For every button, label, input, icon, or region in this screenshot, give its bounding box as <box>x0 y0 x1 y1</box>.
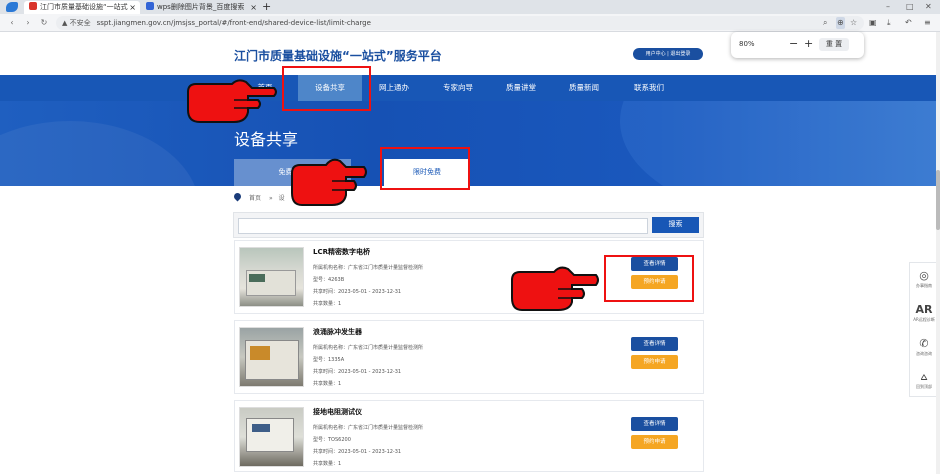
tab-close-icon[interactable]: × <box>250 1 257 14</box>
device-name[interactable]: 接地电阻测试仪 <box>313 407 362 417</box>
site-favicon-icon <box>29 2 37 10</box>
location-icon <box>232 191 243 202</box>
device-count: 共享数量：1 <box>313 301 342 307</box>
browser-logo-icon <box>6 2 18 12</box>
tab-active[interactable]: 江门市质量基础设施“一站式”服 × <box>24 1 140 14</box>
side-label: AR远程诊断 <box>913 317 935 322</box>
side-label: 咨询咨询 <box>916 351 932 356</box>
breadcrumb-home[interactable]: 首页 <box>249 195 261 202</box>
url-field[interactable]: ▲ 不安全 sspt.jiangmen.gov.cn/jmsjss_portal/… <box>56 16 864 30</box>
url-text: sspt.jiangmen.gov.cn/jmsjss_portal/#/fro… <box>96 19 371 27</box>
security-warning[interactable]: ▲ 不安全 <box>62 19 91 27</box>
zoom-in-button[interactable]: + <box>804 37 813 50</box>
banner-decoration <box>0 121 200 186</box>
nav-expert-guide[interactable]: 专家向导 <box>430 75 486 101</box>
device-share-time: 共享时间：2023-05-01 - 2023-12-31 <box>313 289 402 295</box>
scrollbar-thumb[interactable] <box>936 170 940 230</box>
close-window-icon[interactable]: ✕ <box>925 0 932 14</box>
device-org: 所属机构名称：广东省江门市质量计量监督检测所 <box>313 425 424 431</box>
view-details-button[interactable]: 查看详情 <box>631 417 678 431</box>
search-button[interactable]: 搜索 <box>652 217 699 233</box>
view-details-button[interactable]: 查看详情 <box>631 337 678 351</box>
minimize-icon[interactable]: – <box>886 0 890 14</box>
back-to-top-button[interactable]: ⩟ 回到顶部 <box>910 366 938 398</box>
nav-contact[interactable]: 联系我们 <box>621 75 677 101</box>
reserve-button[interactable]: 预约申请 <box>631 355 678 369</box>
zoom-popup: 80% − + 重 置 <box>731 32 864 58</box>
compass-icon: ◎ <box>919 269 929 282</box>
device-name[interactable]: 浪涌脉冲发生器 <box>313 327 362 337</box>
floating-side-panel: ◎ 办事指南 AR AR远程诊断 ✆ 咨询咨询 ⩟ 回到顶部 <box>909 262 937 397</box>
device-name[interactable]: LCR精密数字电桥 <box>313 247 370 257</box>
forward-icon[interactable]: › <box>22 17 34 29</box>
new-tab-button[interactable]: + <box>262 0 271 13</box>
breadcrumb-separator: » <box>268 195 273 202</box>
user-buttons[interactable]: 用户中心 | 退出登录 <box>633 48 703 60</box>
device-count: 共享数量：1 <box>313 461 342 467</box>
pointing-hand-icon <box>511 266 599 311</box>
search-area: 搜索 <box>233 212 704 238</box>
top-icon: ⩟ <box>920 370 928 383</box>
nav-online-service[interactable]: 网上通办 <box>366 75 422 101</box>
device-model: 型号：1335A <box>313 357 345 363</box>
consult-button[interactable]: ✆ 咨询咨询 <box>910 333 938 365</box>
menu-icon[interactable]: ≡ <box>924 17 931 29</box>
search-input[interactable] <box>238 218 648 234</box>
guide-button[interactable]: ◎ 办事指南 <box>910 265 938 297</box>
device-model: 型号：4263B <box>313 277 345 283</box>
side-label: 办事指南 <box>916 283 932 288</box>
nav-quality-news[interactable]: 质量新闻 <box>556 75 612 101</box>
zoom-out-button[interactable]: − <box>789 37 798 50</box>
side-label: 回到顶部 <box>916 384 932 389</box>
reload-icon[interactable]: ↻ <box>38 17 50 29</box>
ar-icon: AR <box>915 303 933 316</box>
device-org: 所属机构名称：广东省江门市质量计量监督检测所 <box>313 345 424 351</box>
key-icon[interactable]: ⌕ <box>823 17 827 29</box>
tab-close-icon[interactable]: × <box>129 1 136 14</box>
tab-title: 江门市质量基础设施“一站式”服 <box>40 3 128 11</box>
phone-icon: ✆ <box>919 337 929 350</box>
star-icon[interactable]: ☆ <box>850 17 857 29</box>
tab-title: wps删除图片背景_百度搜索 <box>157 3 245 11</box>
address-bar: ‹ › ↻ ▲ 不安全 sspt.jiangmen.gov.cn/jmsjss_p… <box>0 14 940 32</box>
restore-icon[interactable]: □ <box>906 0 914 14</box>
device-photo[interactable] <box>239 407 304 467</box>
zoom-icon[interactable]: ⊕ <box>836 17 845 29</box>
banner-title: 设备共享 <box>234 130 299 149</box>
annotation-box <box>380 147 470 190</box>
device-model: 型号：TOS6200 <box>313 437 351 443</box>
breadcrumb: 首页 » 设 <box>232 191 285 204</box>
device-card: 接地电阻测试仪 所属机构名称：广东省江门市质量计量监督检测所 型号：TOS620… <box>234 400 704 472</box>
breadcrumb-current: 设 <box>278 195 285 202</box>
nav-quality-lecture[interactable]: 质量讲堂 <box>493 75 549 101</box>
collections-icon[interactable]: ▣ <box>869 17 877 29</box>
device-share-time: 共享时间：2023-05-01 - 2023-12-31 <box>313 449 402 455</box>
device-count: 共享数量：1 <box>313 381 342 387</box>
annotation-box <box>604 255 694 302</box>
site-title[interactable]: 江门市质量基础设施“一站式”服务平台 <box>234 47 442 64</box>
back-icon[interactable]: ‹ <box>6 17 18 29</box>
tab-inactive[interactable]: wps删除图片背景_百度搜索 × <box>141 1 261 14</box>
baidu-favicon-icon <box>146 2 154 10</box>
device-card: 浪涌脉冲发生器 所属机构名称：广东省江门市质量计量监督检测所 型号：1335A … <box>234 320 704 394</box>
pointing-hand-icon <box>187 79 277 123</box>
device-photo[interactable] <box>239 327 304 387</box>
banner <box>0 101 940 186</box>
banner-decoration <box>620 101 940 186</box>
zoom-level: 80% <box>739 40 755 48</box>
device-org: 所属机构名称：广东省江门市质量计量监督检测所 <box>313 265 424 271</box>
history-back-icon[interactable]: ↶ <box>905 17 912 29</box>
annotation-box <box>282 66 371 111</box>
download-icon[interactable]: ⤓ <box>887 17 891 29</box>
main-navbar: 首页 设备共享 网上通办 专家向导 质量讲堂 质量新闻 联系我们 <box>0 75 940 101</box>
device-share-time: 共享时间：2023-05-01 - 2023-12-31 <box>313 369 402 375</box>
pointing-hand-icon <box>291 158 367 206</box>
device-photo[interactable] <box>239 247 304 307</box>
zoom-reset-button[interactable]: 重 置 <box>819 38 849 51</box>
browser-tab-bar: 江门市质量基础设施“一站式”服 × wps删除图片背景_百度搜索 × + – □… <box>0 0 940 14</box>
reserve-button[interactable]: 预约申请 <box>631 435 678 449</box>
ar-button[interactable]: AR AR远程诊断 <box>910 299 938 331</box>
page-scrollbar[interactable] <box>936 32 940 474</box>
